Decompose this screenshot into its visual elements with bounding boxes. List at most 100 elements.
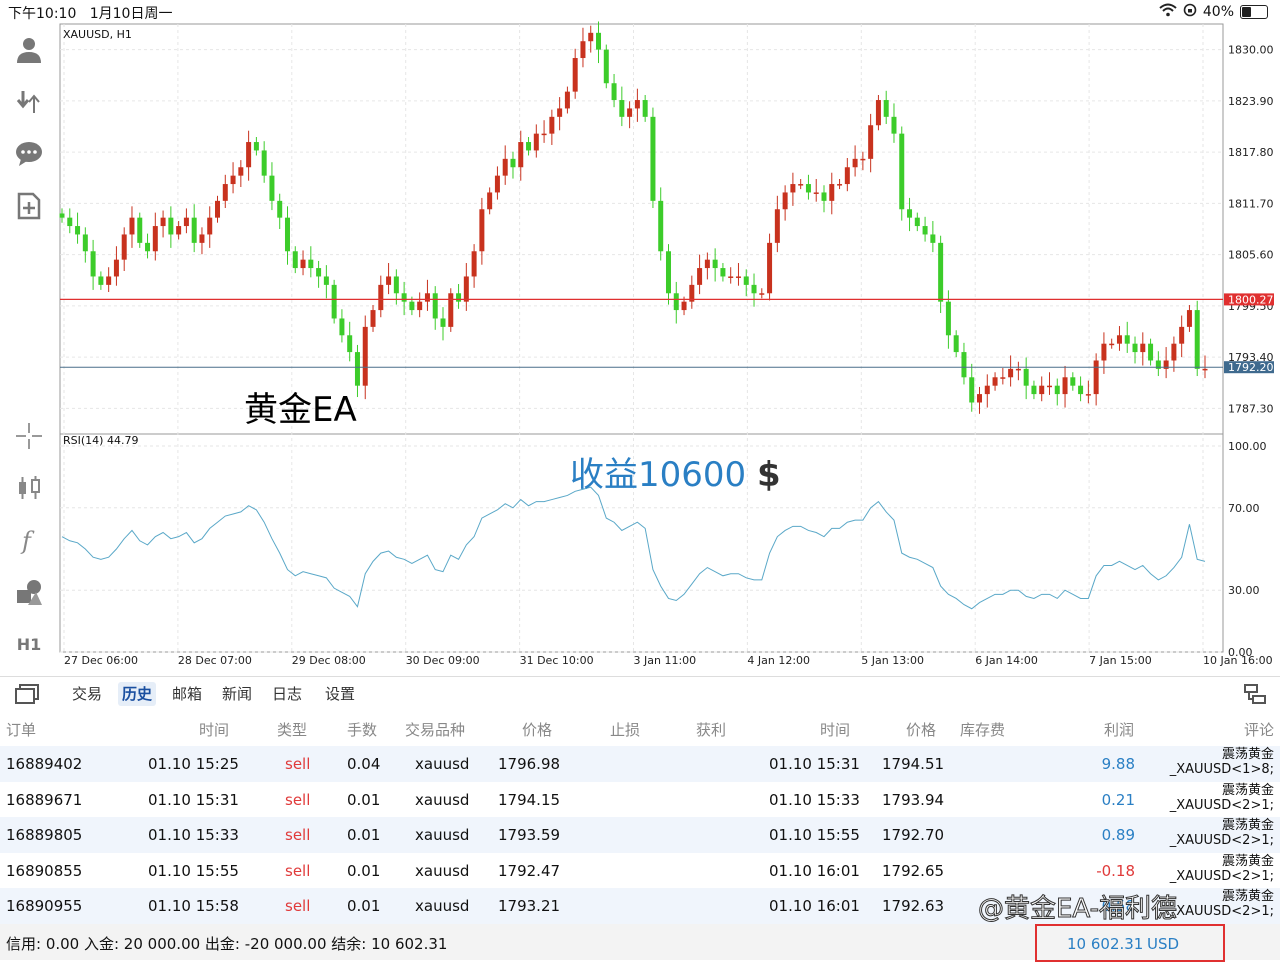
profit: 0.21 <box>1101 790 1135 809</box>
col-open-time[interactable]: 时间 <box>199 719 229 740</box>
candle-body <box>370 310 376 327</box>
overlay-ea-text: 黄金EA <box>244 390 357 430</box>
candle-body <box>735 276 741 278</box>
candle-body <box>767 242 773 294</box>
candle-body <box>852 158 858 168</box>
tab-settings[interactable]: 设置 <box>321 682 359 706</box>
col-profit[interactable]: 利润 <box>1104 719 1134 740</box>
summary-text: 信用: 0.00 入金: 20 000.00 出金: -20 000.00 结余… <box>6 935 448 953</box>
tab-news[interactable]: 新闻 <box>218 682 256 706</box>
col-open-price[interactable]: 价格 <box>522 719 552 740</box>
candle-body <box>743 276 749 285</box>
candle-body <box>160 217 166 227</box>
candle-body <box>790 184 796 193</box>
order-id: 16889805 <box>6 826 83 844</box>
time-tick: 27 Dec 06:00 <box>64 654 138 667</box>
candle-body <box>222 184 228 201</box>
candle-body <box>969 377 975 403</box>
terminal-icon[interactable] <box>14 682 42 710</box>
comment: 震荡黄金 _XAUUSD<1>8; <box>1169 747 1274 777</box>
table-header: 订单 时间 类型 手数 交易品种 价格 止损 获利 时间 价格 库存费 利润 评… <box>0 710 1280 746</box>
candle-body <box>813 192 819 194</box>
time-tick: 29 Dec 08:00 <box>292 654 366 667</box>
candle-body <box>238 167 244 176</box>
candle-body <box>961 352 967 378</box>
candle-body <box>479 209 485 252</box>
close-time: 01.10 16:01 <box>769 897 860 915</box>
col-close-price[interactable]: 价格 <box>906 719 936 740</box>
col-symbol[interactable]: 交易品种 <box>405 719 465 740</box>
candle-body <box>269 175 275 201</box>
candle-body <box>1194 310 1200 369</box>
terminal-tabs: 交易 历史 邮箱 新闻 日志 设置 <box>0 676 1280 711</box>
candle-body <box>362 326 368 386</box>
candle-body <box>1078 385 1084 395</box>
trade-type: sell <box>285 897 311 915</box>
tab-mailbox[interactable]: 邮箱 <box>168 682 206 706</box>
symbol: xauusd <box>415 861 470 880</box>
col-swap[interactable]: 库存费 <box>960 719 1005 740</box>
candle-body <box>774 209 780 243</box>
table-row[interactable]: 16889671 01.10 15:31 sell 0.01 xauusd 17… <box>0 782 1280 818</box>
col-type[interactable]: 类型 <box>277 719 307 740</box>
price-tick: 1811.70 <box>1228 197 1274 210</box>
lots: 0.01 <box>347 897 381 915</box>
tab-trade[interactable]: 交易 <box>68 682 106 706</box>
tab-journal[interactable]: 日志 <box>268 682 306 706</box>
layout-toggle-icon[interactable] <box>1242 682 1268 710</box>
lots: 0.04 <box>347 755 381 773</box>
candle-body <box>634 100 640 109</box>
candle-body <box>1054 385 1060 395</box>
rsi-tick: 30.00 <box>1228 584 1260 597</box>
time-tick: 4 Jan 12:00 <box>747 654 810 667</box>
table-row[interactable]: 16889402 01.10 15:25 sell 0.04 xauusd 17… <box>0 746 1280 782</box>
table-row[interactable]: 16889805 01.10 15:33 sell 0.01 xauusd 17… <box>0 817 1280 853</box>
candle-body <box>712 259 718 269</box>
candle-body <box>526 142 532 151</box>
candle-body <box>907 209 913 218</box>
close-price: 1792.63 <box>882 897 945 915</box>
rsi-tick: 100.00 <box>1228 440 1267 453</box>
candle-body <box>782 192 788 210</box>
balance-box: 10 602.31 USD <box>1035 924 1225 962</box>
candle-body <box>67 217 73 227</box>
col-take-profit[interactable]: 获利 <box>696 719 726 740</box>
col-order[interactable]: 订单 <box>6 719 36 740</box>
open-time: 01.10 15:58 <box>148 897 239 915</box>
candle-body <box>82 234 88 252</box>
open-price: 1793.59 <box>498 826 561 844</box>
col-stop-loss[interactable]: 止损 <box>610 719 640 740</box>
candle-body <box>1101 343 1107 361</box>
candle-body <box>720 268 726 277</box>
candle-body <box>938 242 944 302</box>
price-chart[interactable]: 1830.001823.901817.801811.701805.601799.… <box>0 0 1280 672</box>
candle-body <box>1124 335 1130 344</box>
col-close-time[interactable]: 时间 <box>820 719 850 740</box>
candle-body <box>1015 368 1021 371</box>
comment: 震荡黄金 _XAUUSD<2>1; <box>1169 782 1274 813</box>
candle-body <box>1116 335 1122 344</box>
candle-body <box>494 175 500 193</box>
time-tick: 6 Jan 14:00 <box>975 654 1038 667</box>
comment: 震荡黄金 _XAUUSD<2>1; <box>1169 853 1274 884</box>
candle-body <box>868 125 874 159</box>
candle-body <box>1008 368 1014 378</box>
tab-history[interactable]: 历史 <box>118 682 157 706</box>
candle-body <box>502 158 508 176</box>
candle-body <box>798 184 804 186</box>
candle-body <box>246 142 252 168</box>
order-id: 16890855 <box>6 861 83 880</box>
col-comment[interactable]: 评论 <box>1244 719 1274 740</box>
candle-body <box>471 251 477 277</box>
candle-body <box>339 318 345 336</box>
candle-body <box>152 226 158 252</box>
price-tick: 1805.60 <box>1228 249 1274 262</box>
candle-body <box>168 217 174 235</box>
profit: 9.88 <box>1101 755 1135 773</box>
candle-body <box>953 335 959 353</box>
col-lots[interactable]: 手数 <box>347 719 377 740</box>
table-row[interactable]: 16890855 01.10 15:55 sell 0.01 xauusd 17… <box>0 853 1280 889</box>
candle-body <box>113 259 119 277</box>
overlay-profit-text: 收益10600 $ <box>570 455 781 495</box>
candle-body <box>844 167 850 185</box>
